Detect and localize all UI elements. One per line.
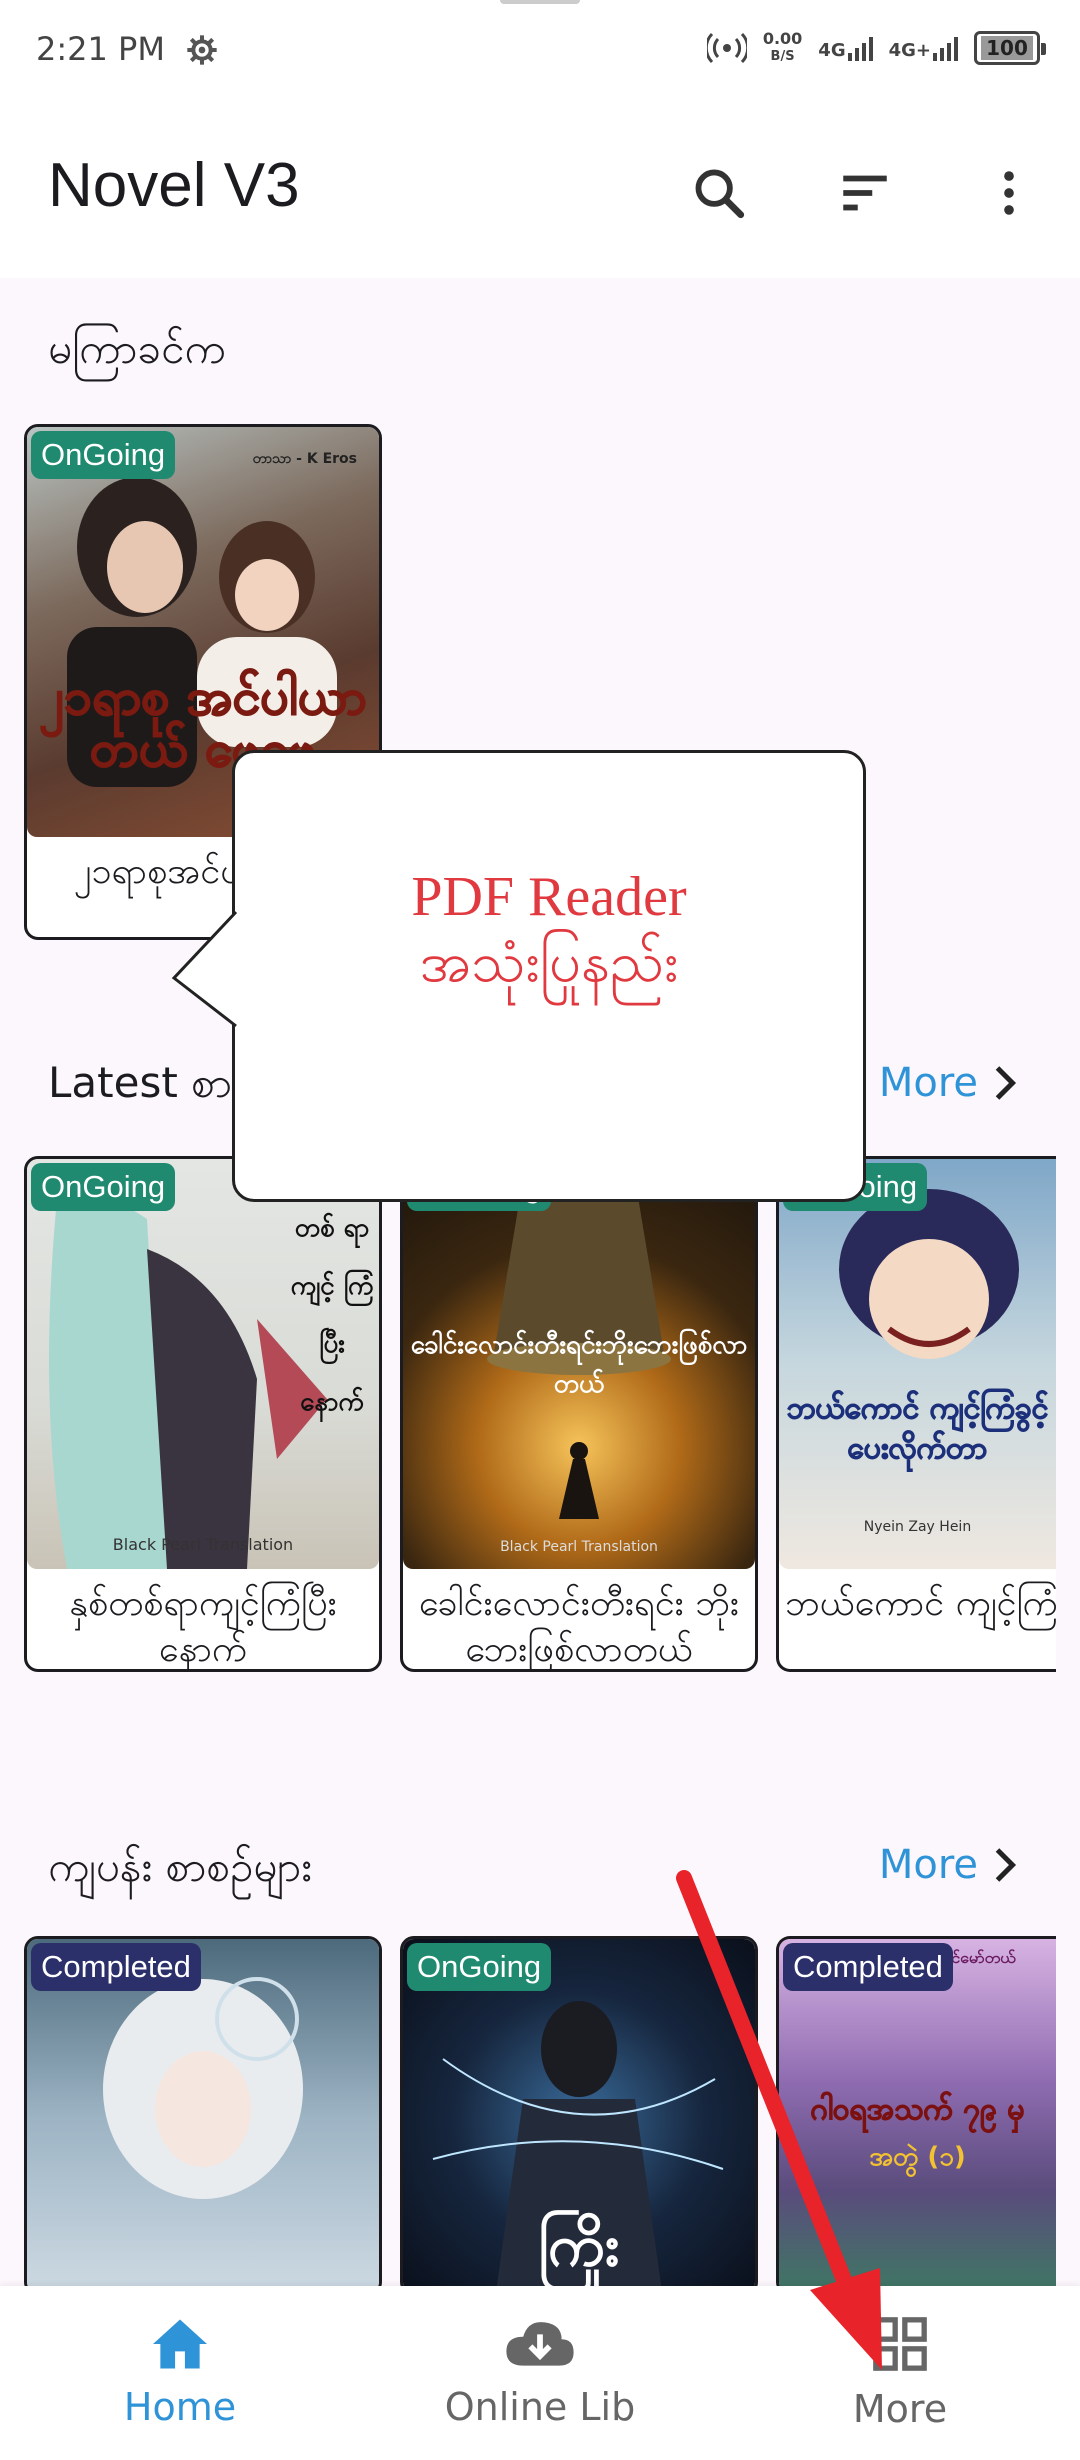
random-section-title: ကျပန်း စာစဥ်များ — [48, 1842, 312, 1891]
battery-icon: 100 — [974, 31, 1046, 65]
tooltip-title: PDF Reader — [411, 866, 687, 928]
status-badge: OnGoing — [31, 1163, 176, 1211]
tooltip-subtitle: အသုံးပြုနည်း — [419, 930, 679, 995]
signal-1-label: 4G — [818, 40, 846, 61]
signal-2: 4G+ — [889, 35, 958, 61]
home-icon — [153, 2319, 207, 2369]
cover-title-text: ဘယ်ကောင် ကျင့်ကြံခွင့်ပေးလိုက်တာ — [786, 1391, 1049, 1467]
annotation-arrow-icon — [676, 1870, 882, 2370]
signal-2-label: 4G+ — [888, 40, 931, 61]
app-title: Novel V3 — [48, 151, 300, 220]
nav-online-lib-label: Online Lib — [444, 2385, 636, 2429]
sort-button[interactable] — [830, 158, 900, 228]
recent-section-title: မကြာခင်က — [48, 324, 226, 373]
net-speed: 0.00 B/S — [763, 30, 802, 66]
random-more-link[interactable]: More — [879, 1842, 1020, 1888]
nav-home[interactable]: Home — [0, 2286, 360, 2460]
novel-card[interactable]: ဘယ်ကောင် ကျင့်ကြံခွင့်ပေးလိုက်တာ Nyein Z… — [776, 1156, 1056, 1672]
cover-image: တစ် ရာ ကျင့် ကြံ ပြီး နောက် Black Pearl … — [27, 1159, 379, 1569]
novel-title: ခေါင်းလောင်းတီးရင်း ဘိုးဘေးဖြစ်လာတယ် — [418, 1583, 740, 1670]
status-time: 2:21 PM — [36, 30, 165, 68]
cover-credit: Black Pearl Translation — [500, 1539, 658, 1555]
chevron-right-icon — [995, 1848, 1017, 1882]
novel-title: နှစ်တစ်ရာကျင့်ကြံပြီး နောက် — [69, 1583, 337, 1670]
cover-title-text: တစ် ရာ ကျင့် ကြံ ပြီး နောက် — [290, 1213, 374, 1417]
novel-card[interactable]: တစ် ရာ ကျင့် ကြံ ပြီး နောက် Black Pearl … — [24, 1156, 382, 1672]
nav-more-label: More — [852, 2387, 948, 2431]
cover-credit: Black Pearl Translation — [112, 1535, 294, 1554]
status-badge: Completed — [31, 1943, 201, 1991]
signal-1: 4G — [818, 35, 873, 61]
search-icon — [695, 169, 745, 219]
battery-level: 100 — [981, 36, 1033, 60]
cover-title-text: ခေါင်းလောင်းတီးရင်းဘိုးဘေးဖြစ်လာတယ် — [410, 1330, 748, 1399]
nav-home-label: Home — [123, 2385, 237, 2429]
latest-more-link[interactable]: More — [879, 1060, 1020, 1106]
more-label: More — [878, 1060, 978, 1106]
signal-bars-icon — [933, 35, 958, 61]
novel-card[interactable]: Completed — [24, 1936, 382, 2296]
app-bar: Novel V3 — [0, 110, 1080, 278]
chevron-right-icon — [995, 1066, 1017, 1100]
cover-image: ဘယ်ကောင် ကျင့်ကြံခွင့်ပေးလိုက်တာ Nyein Z… — [779, 1159, 1056, 1569]
cover-image: ခေါင်းလောင်းတီးရင်းဘိုးဘေးဖြစ်လာတယ် Blac… — [403, 1159, 755, 1569]
cover-illustration — [839, 1189, 1019, 1359]
bottom-navigation: Home Online Lib More — [0, 2286, 1080, 2460]
latest-section-title: Latest စာ — [48, 1058, 233, 1107]
hotspot-icon — [706, 32, 747, 64]
novel-title: ဘယ်ကောင် ကျင့်ကြံ ပေးလိုက်တာလဲ — [785, 1583, 1056, 1624]
gear-icon — [187, 35, 217, 65]
overflow-menu-button[interactable] — [974, 158, 1044, 228]
sort-icon — [843, 175, 887, 211]
top-handle — [500, 0, 580, 4]
status-bar: 2:21 PM 0.00 B/S 4G 4G+ 100 — [0, 0, 1080, 110]
cover-illustration — [103, 1977, 303, 2199]
cover-image: Completed — [27, 1939, 379, 2293]
pdf-reader-tooltip[interactable]: PDF Reader အသုံးပြုနည်း — [232, 750, 866, 1202]
net-speed-unit: B/S — [770, 49, 795, 64]
novel-card[interactable]: ခေါင်းလောင်းတီးရင်းဘိုးဘေးဖြစ်လာတယ် Blac… — [400, 1156, 758, 1672]
more-vert-icon — [1004, 171, 1014, 215]
search-button[interactable] — [684, 158, 754, 228]
status-indicators: 0.00 B/S 4G 4G+ 100 — [706, 30, 1046, 66]
signal-bars-icon — [847, 35, 873, 61]
status-badge: OnGoing — [407, 1943, 552, 1991]
net-speed-value: 0.00 — [762, 29, 803, 48]
cloud-download-icon — [506, 2322, 574, 2366]
status-badge: OnGoing — [31, 431, 176, 479]
tooltip-tail — [171, 910, 238, 1028]
cover-credit: Nyein Zay Hein — [863, 1519, 972, 1535]
